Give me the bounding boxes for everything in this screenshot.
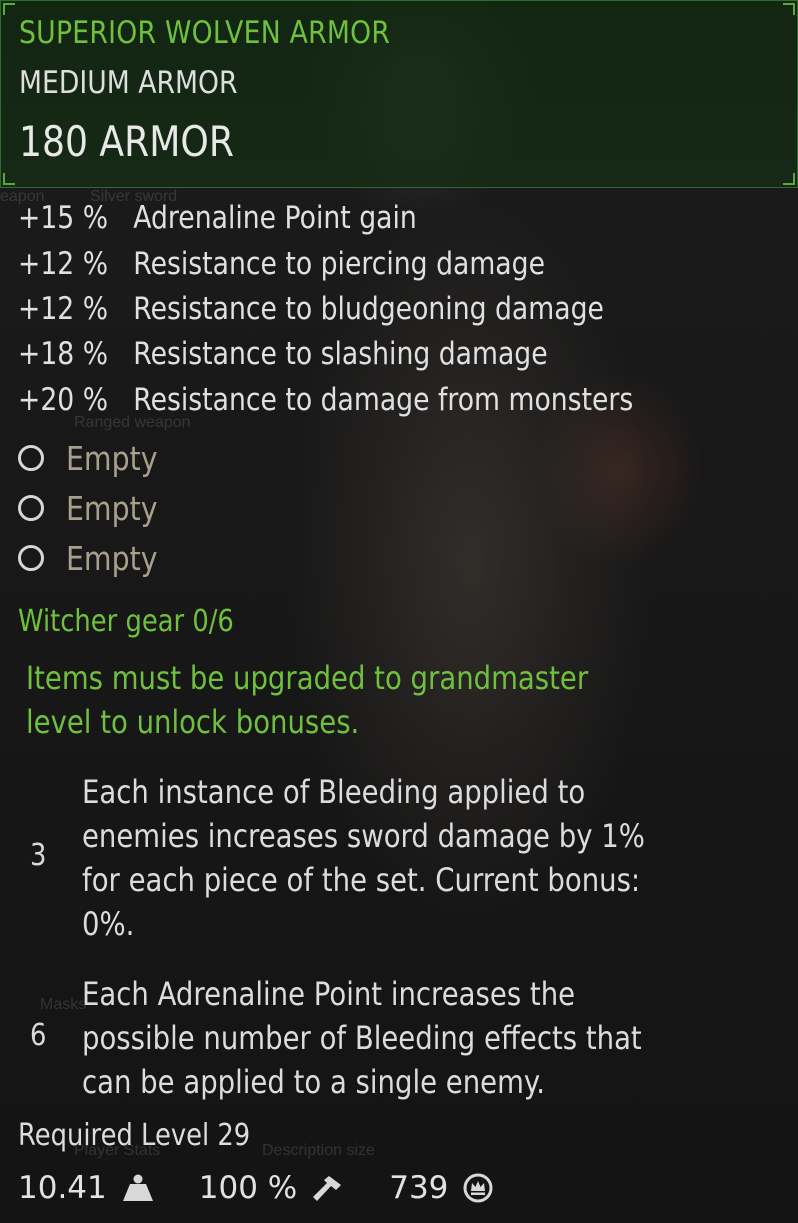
corner-ornament	[783, 3, 795, 15]
item-header: SUPERIOR WOLVEN ARMOR MEDIUM ARMOR 180 A…	[0, 0, 798, 188]
stat-value: +20 %	[18, 382, 109, 418]
item-type: MEDIUM ARMOR	[19, 65, 238, 101]
stat-label: Resistance to bludgeoning damage	[133, 291, 604, 327]
price-value: 739	[389, 1170, 449, 1206]
upgrade-slot[interactable]: Empty	[18, 538, 172, 578]
set-bonus-description: Each Adrenaline Point increases the poss…	[82, 972, 642, 1104]
set-note-line: Items must be upgraded to grandmaster	[26, 659, 589, 697]
durability-value: 100 %	[198, 1170, 298, 1206]
item-footer: 10.41 100 % 739	[18, 1166, 494, 1210]
set-bonus-line: for each piece of the set. Current bonus…	[82, 861, 641, 899]
hammer-icon	[311, 1173, 345, 1203]
stat-label: Resistance to slashing damage	[133, 336, 548, 372]
set-bonus-line: enemies increases sword damage by 1%	[82, 817, 645, 855]
set-bonus-description: Each instance of Bleeding applied to ene…	[82, 770, 645, 946]
empty-slot-icon	[18, 495, 44, 521]
bg-description-size-label: Description size	[262, 1142, 375, 1159]
slot-label: Empty	[66, 538, 158, 578]
set-bonus-pieces: 6	[30, 1018, 47, 1053]
stat-row: +15 % Adrenaline Point gain	[18, 200, 417, 236]
required-level: Required Level 29	[18, 1118, 251, 1153]
set-note-line: level to unlock bonuses.	[26, 703, 360, 741]
stat-value: +12 %	[18, 246, 109, 282]
upgrade-slot[interactable]: Empty	[18, 488, 172, 528]
slot-label: Empty	[66, 488, 158, 528]
stat-label: Adrenaline Point gain	[133, 200, 417, 236]
empty-slot-icon	[18, 445, 44, 471]
weight-icon	[121, 1173, 155, 1203]
corner-ornament	[3, 3, 15, 15]
weight-value: 10.41	[18, 1170, 107, 1206]
stat-value: +12 %	[18, 291, 109, 327]
stat-value: +18 %	[18, 336, 109, 372]
item-name: SUPERIOR WOLVEN ARMOR	[19, 15, 391, 51]
bg-masks-label: Masks	[40, 996, 87, 1013]
set-bonus-pieces: 3	[30, 838, 47, 873]
set-bonus-line: can be applied to a single enemy.	[82, 1063, 546, 1101]
item-armor-value: 180 ARMOR	[19, 117, 234, 166]
stat-row: +18 % Resistance to slashing damage	[18, 336, 548, 372]
stat-label: Resistance to damage from monsters	[133, 382, 634, 418]
stat-row: +12 % Resistance to bludgeoning damage	[18, 291, 604, 327]
stat-label: Resistance to piercing damage	[133, 246, 545, 282]
crowns-icon	[462, 1172, 494, 1204]
stat-row: +12 % Resistance to piercing damage	[18, 246, 545, 282]
stat-value: +15 %	[18, 200, 109, 236]
slot-label: Empty	[66, 438, 158, 478]
set-bonus-line: Each Adrenaline Point increases the	[82, 975, 576, 1013]
corner-ornament	[3, 173, 15, 185]
set-title: Witcher gear 0/6	[18, 604, 234, 639]
upgrade-slot[interactable]: Empty	[18, 438, 172, 478]
empty-slot-icon	[18, 545, 44, 571]
corner-ornament	[783, 173, 795, 185]
set-bonus-line: 0%.	[82, 905, 135, 943]
set-bonus-line: possible number of Bleeding effects that	[82, 1019, 642, 1057]
stat-row: +20 % Resistance to damage from monsters	[18, 382, 633, 418]
set-bonus-line: Each instance of Bleeding applied to	[82, 773, 586, 811]
set-note: Items must be upgraded to grandmaster le…	[26, 656, 588, 744]
